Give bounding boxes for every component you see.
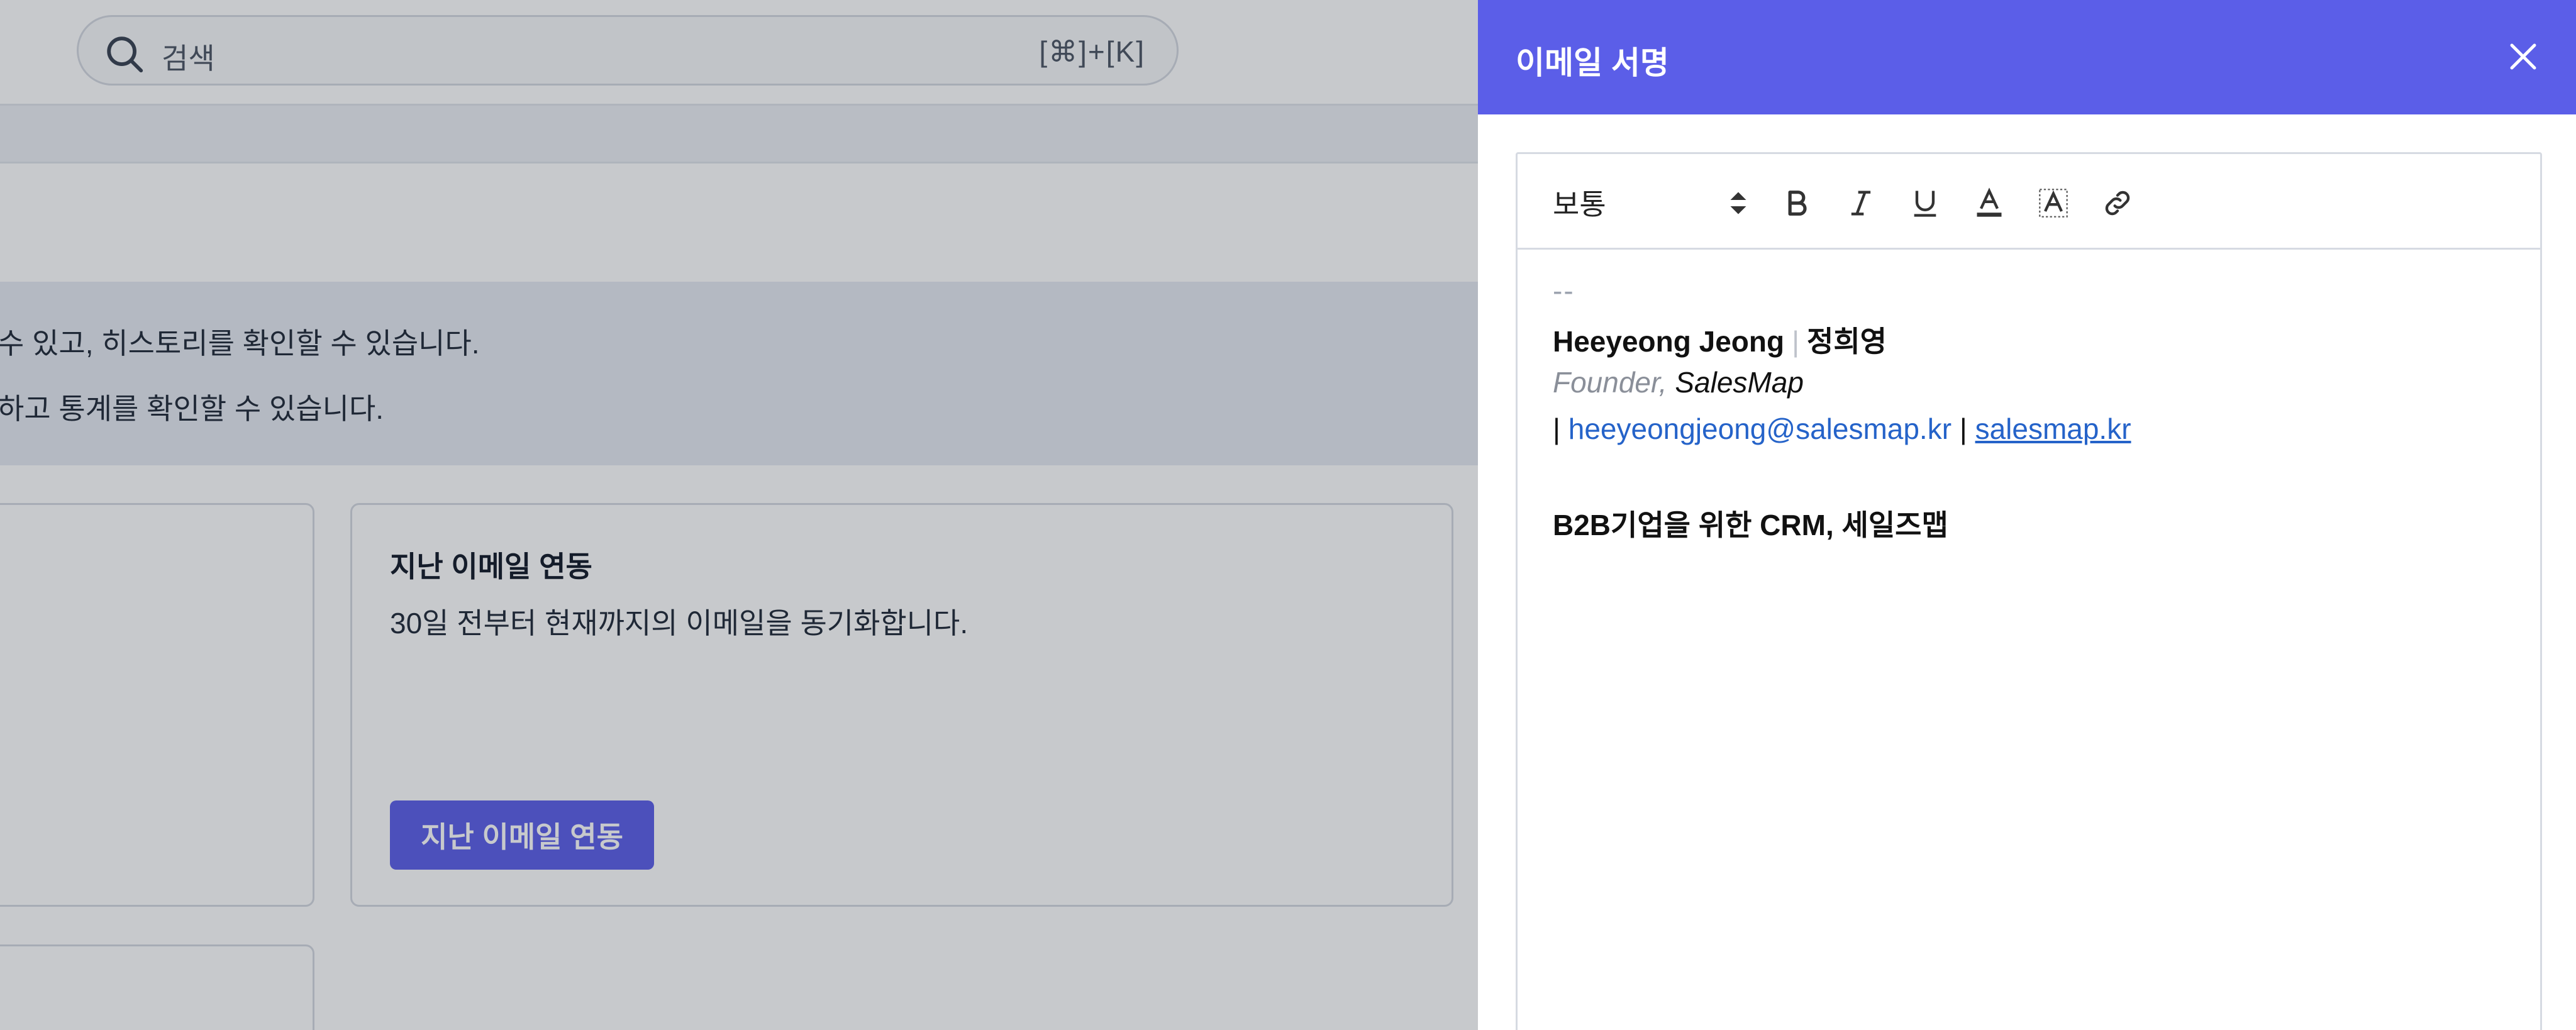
close-icon <box>2510 43 2536 70</box>
signature-role-line: Founder, SalesMap <box>1553 365 1804 399</box>
link-button[interactable] <box>2094 179 2141 227</box>
select-arrows-icon <box>1730 192 1746 214</box>
highlight-button[interactable] <box>2029 179 2077 227</box>
text-color-button[interactable] <box>1965 179 2013 227</box>
italic-button[interactable] <box>1837 179 1885 227</box>
signature-website-link[interactable]: salesmap.kr <box>1975 413 2131 445</box>
email-signature-drawer: 이메일 서명 보통 -- Heeyeong Jeong | 정희영 Founde… <box>1478 0 2576 1030</box>
signature-name-en: Heeyeong Jeong <box>1553 325 1785 358</box>
text-format-select[interactable]: 보통 <box>1553 182 1748 223</box>
background-app: 검색 [⌘]+[K] 수 있고, 히스토리를 확인할 수 있습니다. 하고 통계… <box>0 0 1478 1030</box>
highlight-icon <box>2039 189 2068 218</box>
bold-icon <box>1788 191 1807 216</box>
bold-button[interactable] <box>1773 179 1821 227</box>
signature-contact-line: | heeyeongjeong@salesmap.kr | salesmap.k… <box>1553 412 2131 446</box>
contact-prefix: | <box>1553 413 1560 445</box>
drawer-header: 이메일 서명 <box>1478 0 2576 114</box>
underline-button[interactable] <box>1901 179 1949 227</box>
signature-editor[interactable]: 보통 -- Heeyeong Jeong | 정희영 Founder, Sale… <box>1516 152 2542 1030</box>
signature-role: Founder, <box>1553 366 1667 399</box>
signature-dash-line: -- <box>1553 274 1575 307</box>
contact-separator: | <box>1959 413 1967 445</box>
signature-email-link[interactable]: heeyeongjeong@salesmap.kr <box>1568 413 1951 445</box>
link-icon <box>2105 191 2130 216</box>
italic-icon <box>1851 191 1871 216</box>
modal-overlay[interactable] <box>0 0 1478 1030</box>
signature-separator: | <box>1792 325 1800 358</box>
signature-dash: -- <box>1553 274 1575 307</box>
signature-name-line: Heeyeong Jeong | 정희영 <box>1553 319 1887 360</box>
underline-icon <box>1914 191 1936 217</box>
drawer-title: 이메일 서명 <box>1516 45 1669 80</box>
close-button[interactable] <box>2498 31 2548 82</box>
format-select-value: 보통 <box>1553 188 1606 221</box>
text-color-icon <box>1977 187 2002 217</box>
signature-company: SalesMap <box>1675 366 1804 399</box>
signature-tagline: B2B기업을 위한 CRM, 세일즈맵 <box>1553 509 1948 541</box>
editor-toolbar: 보통 <box>1518 154 2540 250</box>
signature-name-ko: 정희영 <box>1807 325 1887 358</box>
